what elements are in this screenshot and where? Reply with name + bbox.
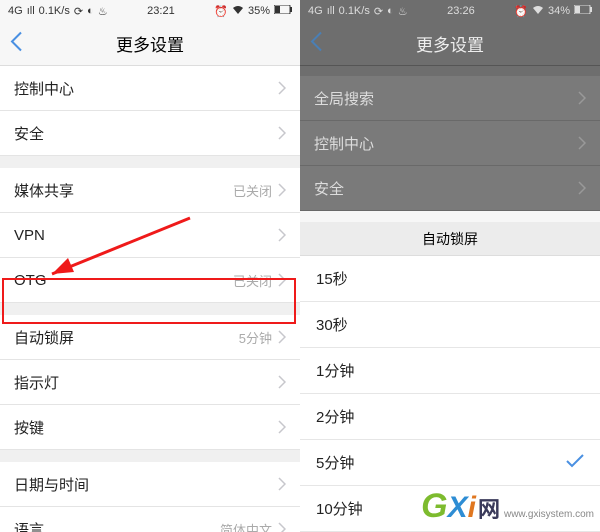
chevron-right-icon [278,81,286,95]
row-value: 简体中文 [220,520,272,532]
row-control-center[interactable]: 控制中心 [0,66,300,111]
battery-icon [274,5,292,17]
option-2min[interactable]: 2分钟 [300,394,600,440]
page-title: 更多设置 [416,31,484,56]
signal-label: 4G [308,5,323,17]
chevron-right-icon [278,375,286,389]
row-control-center: 控制中心 [300,121,600,166]
option-1min[interactable]: 1分钟 [300,348,600,394]
sheet-title: 自动锁屏 [300,222,600,256]
section-gap [300,66,600,76]
row-label: 日期与时间 [14,474,89,495]
battery-percent: 35% [248,5,270,17]
back-button[interactable] [10,31,23,56]
row-label: 控制中心 [14,78,74,99]
option-label: 10分钟 [316,498,363,519]
chevron-right-icon [278,183,286,197]
status-icon: ◐ [87,5,94,17]
row-value: 5分钟 [239,328,272,347]
row-security[interactable]: 安全 [0,111,300,156]
row-value: 已关闭 [233,181,272,200]
row-label: 按键 [14,417,44,438]
chevron-right-icon [278,126,286,140]
status-icon: ⟳ [74,5,83,18]
alarm-icon: ⏰ [214,5,228,18]
chevron-right-icon [278,420,286,434]
status-icon: ♨ [98,5,108,18]
header: 更多设置 [0,22,300,66]
battery-icon [574,5,592,17]
option-10min[interactable]: 10分钟 [300,486,600,532]
wifi-icon [532,5,544,18]
screenshot-right: 4G ıll 0.1K/s ⟳ ◐ ♨ 23:26 ⏰ 34% 更多设置 [300,0,600,532]
row-security: 安全 [300,166,600,211]
alarm-icon: ⏰ [514,5,528,18]
chevron-right-icon [578,136,586,150]
wifi-icon [232,5,244,18]
status-bar: 4G ıll 0.1K/s ⟳ ◐ ♨ 23:21 ⏰ 35% [0,0,300,22]
chevron-right-icon [278,477,286,491]
row-otg[interactable]: OTG 已关闭 [0,258,300,303]
check-icon [566,454,584,472]
status-icon: ⟳ [374,5,383,18]
chevron-right-icon [578,181,586,195]
row-value: 已关闭 [233,271,272,290]
chevron-right-icon [278,330,286,344]
row-label: 全局搜索 [314,88,374,109]
row-label: 媒体共享 [14,180,74,201]
signal-bars-icon: ıll [327,5,335,17]
autolock-picker-sheet: 自动锁屏 15秒 30秒 1分钟 2分钟 5分钟 10分钟 30分钟 [300,222,600,532]
net-speed: 0.1K/s [39,5,70,17]
header: 更多设置 [300,22,600,66]
row-auto-lock[interactable]: 自动锁屏 5分钟 [0,315,300,360]
net-speed: 0.1K/s [339,5,370,17]
status-icon: ◐ [387,5,394,17]
status-icon: ♨ [398,5,408,18]
option-5min[interactable]: 5分钟 [300,440,600,486]
option-label: 30秒 [316,314,348,335]
row-label: VPN [14,227,45,244]
row-date-time[interactable]: 日期与时间 [0,462,300,507]
option-label: 15秒 [316,268,348,289]
page-title: 更多设置 [116,31,184,56]
chevron-right-icon [578,91,586,105]
back-button[interactable] [310,31,323,56]
clock: 23:26 [447,5,475,17]
row-indicator-light[interactable]: 指示灯 [0,360,300,405]
option-label: 2分钟 [316,406,354,427]
row-label: 自动锁屏 [14,327,74,348]
section-gap [0,156,300,168]
chevron-right-icon [278,273,286,287]
option-label: 1分钟 [316,360,354,381]
battery-percent: 34% [548,5,570,17]
row-keys[interactable]: 按键 [0,405,300,450]
section-gap [0,303,300,315]
signal-bars-icon: ıll [27,5,35,17]
clock: 23:21 [147,5,175,17]
chevron-right-icon [278,228,286,242]
section-gap [0,450,300,462]
row-label: OTG [14,272,47,289]
option-30s[interactable]: 30秒 [300,302,600,348]
row-label: 安全 [314,178,344,199]
option-15s[interactable]: 15秒 [300,256,600,302]
signal-label: 4G [8,5,23,17]
row-label: 安全 [14,123,44,144]
row-language[interactable]: 语言 简体中文 [0,507,300,532]
row-label: 控制中心 [314,133,374,154]
option-label: 5分钟 [316,452,354,473]
row-global-search: 全局搜索 [300,76,600,121]
screenshot-left: 4G ıll 0.1K/s ⟳ ◐ ♨ 23:21 ⏰ 35% 更多设置 [0,0,300,532]
row-label: 语言 [14,519,44,532]
row-media-share[interactable]: 媒体共享 已关闭 [0,168,300,213]
row-label: 指示灯 [14,372,59,393]
chevron-right-icon [278,522,286,532]
row-vpn[interactable]: VPN [0,213,300,258]
status-bar: 4G ıll 0.1K/s ⟳ ◐ ♨ 23:26 ⏰ 34% [300,0,600,22]
